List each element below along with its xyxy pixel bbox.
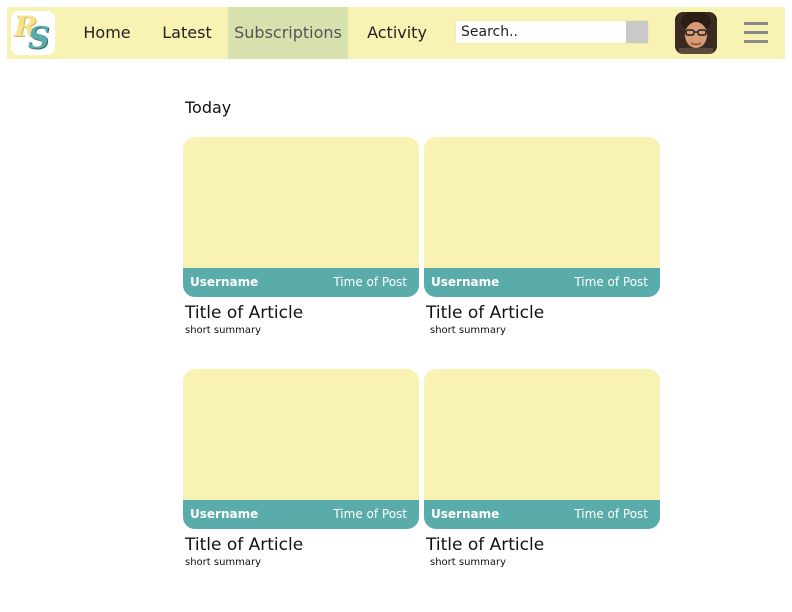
card-time: Time of Post	[574, 507, 648, 521]
card-time: Time of Post	[333, 275, 407, 289]
card-meta-bar: Username Time of Post	[183, 268, 419, 297]
card-username[interactable]: Username	[190, 500, 258, 529]
nav-home[interactable]: Home	[67, 7, 147, 59]
article-title[interactable]: Title of Article	[185, 303, 303, 323]
card-username[interactable]: Username	[431, 268, 499, 297]
article-thumbnail[interactable]: Username Time of Post	[424, 137, 660, 297]
logo-letter-s: S	[28, 21, 50, 56]
article-title[interactable]: Title of Article	[426, 535, 544, 555]
article-thumbnail[interactable]: Username Time of Post	[183, 137, 419, 297]
card-meta-bar: Username Time of Post	[424, 268, 660, 297]
nav-subscriptions[interactable]: Subscriptions	[228, 7, 348, 59]
nav-activity[interactable]: Activity	[357, 7, 437, 59]
article-thumbnail[interactable]: Username Time of Post	[424, 369, 660, 529]
article-title[interactable]: Title of Article	[426, 303, 544, 323]
search-button[interactable]	[626, 21, 648, 43]
article-summary: short summary	[430, 325, 507, 336]
article-title[interactable]: Title of Article	[185, 535, 303, 555]
card-meta-bar: Username Time of Post	[183, 500, 419, 529]
article-summary: short summary	[185, 325, 262, 336]
nav-latest[interactable]: Latest	[147, 7, 227, 59]
card-username[interactable]: Username	[431, 500, 499, 529]
section-title-today: Today	[185, 98, 232, 117]
search-input[interactable]	[456, 21, 627, 43]
card-time: Time of Post	[333, 507, 407, 521]
user-avatar-icon[interactable]	[675, 12, 717, 54]
article-summary: short summary	[430, 557, 507, 568]
article-thumbnail[interactable]: Username Time of Post	[183, 369, 419, 529]
search-box	[455, 20, 649, 44]
article-summary: short summary	[185, 557, 262, 568]
site-logo[interactable]: R S	[11, 10, 55, 56]
card-time: Time of Post	[574, 275, 648, 289]
card-username[interactable]: Username	[190, 268, 258, 297]
hamburger-menu-icon[interactable]	[744, 22, 768, 44]
card-meta-bar: Username Time of Post	[424, 500, 660, 529]
top-navigation-bar: R S Home Latest Subscriptions Activity	[7, 7, 785, 59]
